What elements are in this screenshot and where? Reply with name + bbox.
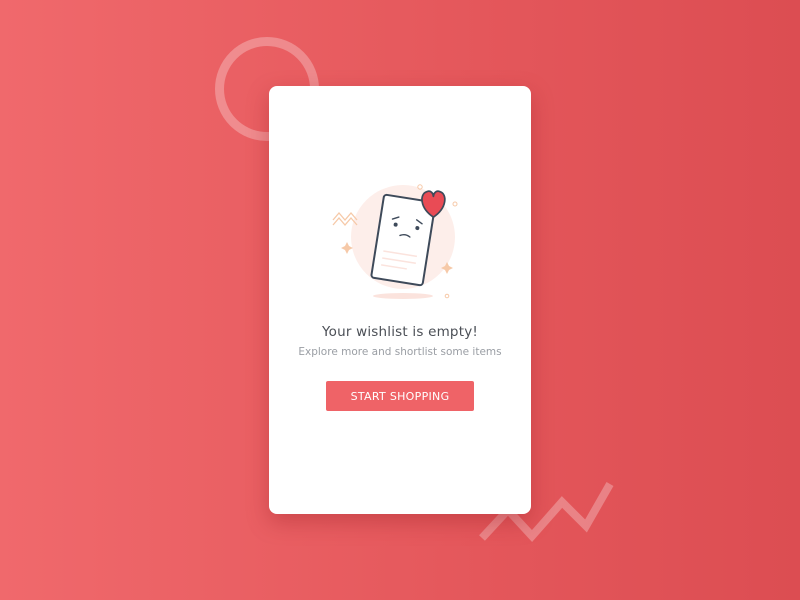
empty-state-subtitle: Explore more and shortlist some items [298,346,502,358]
wishlist-card: Your wishlist is empty! Explore more and… [269,86,531,514]
empty-state-title: Your wishlist is empty! [321,324,478,340]
start-shopping-button[interactable]: START SHOPPING [326,381,474,411]
sad-wishlist-document-heart-icon [332,184,458,299]
